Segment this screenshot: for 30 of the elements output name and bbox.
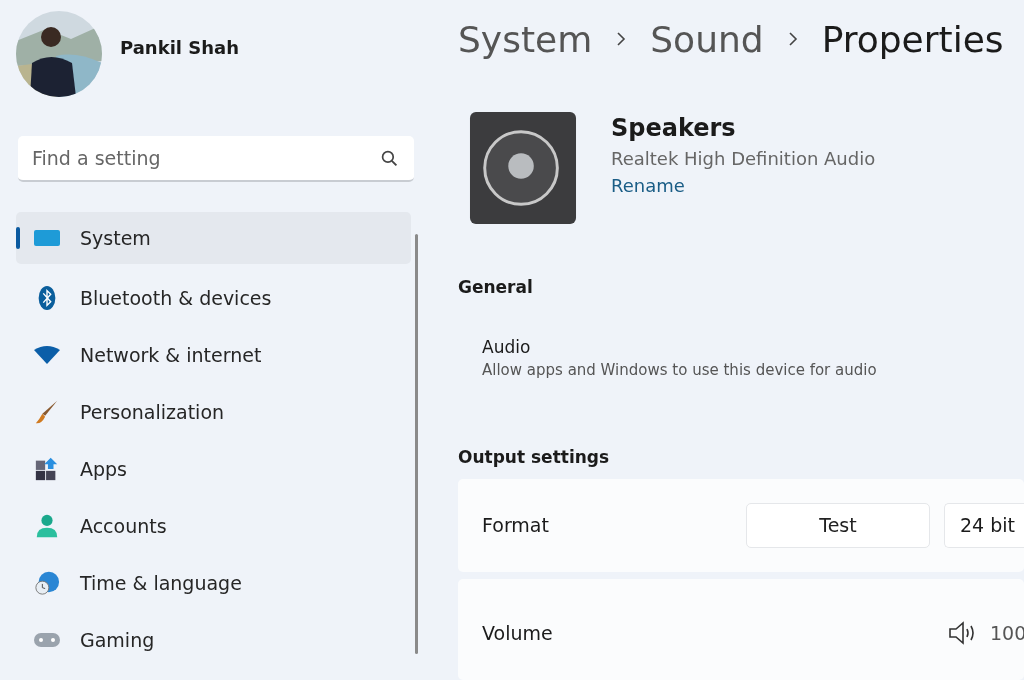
setting-label: Format [482,514,550,537]
nav-item[interactable]: Bluetooth & devices [16,269,411,326]
rename-link[interactable]: Rename [611,174,685,196]
search-icon [381,150,398,167]
chevron-icon [616,31,627,48]
breadcrumb-item[interactable]: Sound [650,18,764,60]
scrollbar[interactable] [415,234,418,654]
nav-item[interactable]: Time & language [16,554,411,611]
user-name: Pankil Shah [120,36,239,58]
nav-item[interactable]: Apps [16,440,411,497]
setting-title: Audio [482,336,532,357]
setting-label: Volume [482,622,554,645]
search-field[interactable]: Find a setting [18,136,414,182]
test-button[interactable]: Test [746,502,930,548]
chevron-icon [787,31,798,48]
device-name: Speakers [611,113,737,142]
nav-item[interactable]: Network & internet [16,326,411,383]
format-dropdown[interactable]: 24 bit [944,502,1024,548]
globe-clock-icon [33,569,61,596]
setting-description: Allow apps and Windows to use this device for audio [482,360,878,379]
speaker-icon [469,110,577,225]
nav-item[interactable]: Personalization [16,383,411,440]
breadcrumb-item: Properties [821,18,1004,60]
nav-item[interactable]: System [16,212,411,264]
nav-item[interactable]: Gaming [16,611,411,668]
section-heading: Output settings [458,446,611,467]
nav-item[interactable]: Accounts [16,497,411,554]
driver-name: Realtek High Definition Audio [611,147,876,169]
breadcrumb-item[interactable]: System [458,18,593,60]
section-heading: General [458,276,534,297]
